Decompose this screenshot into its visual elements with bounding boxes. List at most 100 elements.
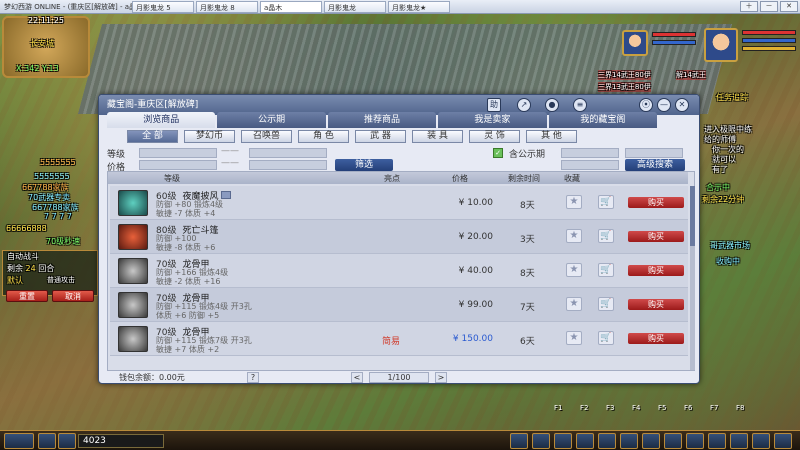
level-max-input[interactable] xyxy=(249,148,327,158)
toolbar-icon[interactable] xyxy=(708,433,726,449)
category-weapons[interactable]: 武 器 xyxy=(355,130,406,143)
public-checkbox[interactable]: ✓ xyxy=(493,148,503,158)
favorite-star-icon[interactable]: ★ xyxy=(566,195,582,209)
toolbar-icon[interactable] xyxy=(642,433,660,449)
tab-my-shop[interactable]: 我的藏宝阁 xyxy=(548,112,658,128)
buy-button[interactable]: 购买 xyxy=(628,265,684,276)
app-title: 梦幻西游 ONLINE - (重庆区[解放碑] - a晶木[14932600]) xyxy=(4,2,132,11)
close-icon[interactable]: ✕ xyxy=(675,98,689,112)
help-button[interactable]: 助 xyxy=(487,98,501,112)
level-min-input[interactable] xyxy=(139,148,217,158)
item-time: 8天 xyxy=(520,201,535,211)
item-row[interactable]: 70级 龙骨甲 防御 +115 锻炼7级 开3孔 敏捷 +7 体质 +2 简易 ¥… xyxy=(110,322,688,356)
player-mp-bar xyxy=(742,38,796,43)
select-box[interactable] xyxy=(625,148,683,158)
scrollbar-thumb[interactable] xyxy=(690,186,695,246)
team-label[interactable]: 解14武王 xyxy=(676,70,706,80)
reset-button[interactable]: 重置 xyxy=(6,290,48,302)
help-icon[interactable]: ? xyxy=(247,372,259,383)
default-action-label: 默认 xyxy=(7,276,23,285)
toolbar-icon[interactable] xyxy=(576,433,594,449)
chat-line: 5555555 xyxy=(40,158,76,167)
prev-page-button[interactable]: < xyxy=(351,372,363,383)
item-icon[interactable] xyxy=(118,292,148,318)
team-label[interactable]: 三界14武王80伊 xyxy=(598,70,651,80)
favorite-star-icon[interactable]: ★ xyxy=(566,331,582,345)
settings-icon[interactable]: ● xyxy=(545,98,559,112)
tab-recommend[interactable]: 推荐商品 xyxy=(327,112,437,128)
menu-icon[interactable]: ≡ xyxy=(573,98,587,112)
tab-public[interactable]: 公示期 xyxy=(217,112,326,128)
cart-icon[interactable]: 🛒 xyxy=(598,331,614,345)
favorite-star-icon[interactable]: ★ xyxy=(566,229,582,243)
toolbar-icon[interactable] xyxy=(510,433,528,449)
category-accessories[interactable]: 灵 饰 xyxy=(469,130,520,143)
range-dash: —— xyxy=(221,146,239,156)
buy-button[interactable]: 购买 xyxy=(628,231,684,242)
favorite-star-icon[interactable]: ★ xyxy=(566,263,582,277)
category-pets[interactable]: 召唤兽 xyxy=(241,130,292,143)
gold-icon[interactable] xyxy=(58,433,76,449)
record-icon[interactable]: ⦿ xyxy=(639,98,653,112)
column-header: 亮点 xyxy=(384,174,400,183)
cart-icon[interactable]: 🛒 xyxy=(598,263,614,277)
toolbar-icon[interactable] xyxy=(620,433,638,449)
new-tab-button[interactable]: ＋ xyxy=(740,1,758,12)
category-roles[interactable]: 角 色 xyxy=(298,130,349,143)
buy-button[interactable]: 购买 xyxy=(628,333,684,344)
price-min-input[interactable] xyxy=(139,160,217,170)
cart-icon[interactable]: 🛒 xyxy=(598,229,614,243)
window-tab[interactable]: 月影鬼龙 xyxy=(324,0,386,13)
select-box[interactable] xyxy=(561,160,619,170)
minimize-icon[interactable]: — xyxy=(657,98,671,112)
player-portrait[interactable] xyxy=(704,28,738,62)
toolbar-icon[interactable] xyxy=(554,433,572,449)
close-window-button[interactable]: ✕ xyxy=(780,1,798,12)
toolbar-icon[interactable] xyxy=(664,433,682,449)
window-tab[interactable]: 月影鬼龙 5 xyxy=(132,0,194,13)
item-icon[interactable] xyxy=(118,190,148,216)
toolbar-icon[interactable] xyxy=(532,433,550,449)
item-row[interactable]: 80级 死亡斗篷 防御 +100 敏捷 -8 体质 +6 ¥ 20.00 3天 ★… xyxy=(110,220,688,254)
emote-icon[interactable] xyxy=(38,433,56,449)
filter-button[interactable]: 筛选 xyxy=(335,159,393,171)
share-icon[interactable]: ↗ xyxy=(517,98,531,112)
buy-button[interactable]: 购买 xyxy=(628,299,684,310)
price-max-input[interactable] xyxy=(249,160,327,170)
toolbar-icon[interactable] xyxy=(730,433,748,449)
next-page-button[interactable]: > xyxy=(435,372,447,383)
cart-icon[interactable]: 🛒 xyxy=(598,195,614,209)
item-row[interactable]: 70级 龙骨甲 防御 +166 锻炼4级 敏捷 -2 体质 +16 ¥ 40.00… xyxy=(110,254,688,288)
minimize-button[interactable]: － xyxy=(760,1,778,12)
item-row[interactable]: 60级 夜魔披风 防御 +80 锻炼4级 敏捷 -7 体质 +4 ¥ 10.00 … xyxy=(110,186,688,220)
toolbar-icon[interactable] xyxy=(774,433,792,449)
cancel-button[interactable]: 取消 xyxy=(52,290,94,302)
category-other[interactable]: 其 他 xyxy=(526,130,577,143)
category-equipment[interactable]: 装 具 xyxy=(412,130,463,143)
quest-tracker-title[interactable]: 任务追踪 xyxy=(716,92,748,103)
advanced-search-button[interactable]: 高级搜索 xyxy=(625,159,685,171)
window-tab-active[interactable]: a晶木 xyxy=(260,0,322,13)
item-row[interactable]: 70级 龙骨甲 防御 +115 锻炼4级 开3孔 体质 +6 防御 +5 ¥ 99… xyxy=(110,288,688,322)
pet-portrait[interactable] xyxy=(622,30,648,56)
team-label[interactable]: 三界13武王80伊 xyxy=(598,82,651,92)
tab-seller[interactable]: 我是卖家 xyxy=(438,112,547,128)
item-icon[interactable] xyxy=(118,258,148,284)
item-icon[interactable] xyxy=(118,224,148,250)
item-icon[interactable] xyxy=(118,326,148,352)
chat-channel-button[interactable] xyxy=(4,433,34,449)
category-all[interactable]: 全 部 xyxy=(127,130,178,143)
toolbar-icon[interactable] xyxy=(598,433,616,449)
cart-icon[interactable]: 🛒 xyxy=(598,297,614,311)
toolbar-icon[interactable] xyxy=(686,433,704,449)
buy-button[interactable]: 购买 xyxy=(628,197,684,208)
toolbar-icon[interactable] xyxy=(752,433,770,449)
scrollbar[interactable] xyxy=(690,186,695,370)
quality-icon xyxy=(221,191,232,199)
window-tab[interactable]: 月影鬼龙 8 xyxy=(196,0,258,13)
window-tab[interactable]: 月影鬼龙★ xyxy=(388,0,450,13)
tab-browse[interactable]: 浏览商品 xyxy=(107,112,216,128)
favorite-star-icon[interactable]: ★ xyxy=(566,297,582,311)
select-box[interactable] xyxy=(561,148,619,158)
category-coins[interactable]: 梦幻币 xyxy=(184,130,235,143)
